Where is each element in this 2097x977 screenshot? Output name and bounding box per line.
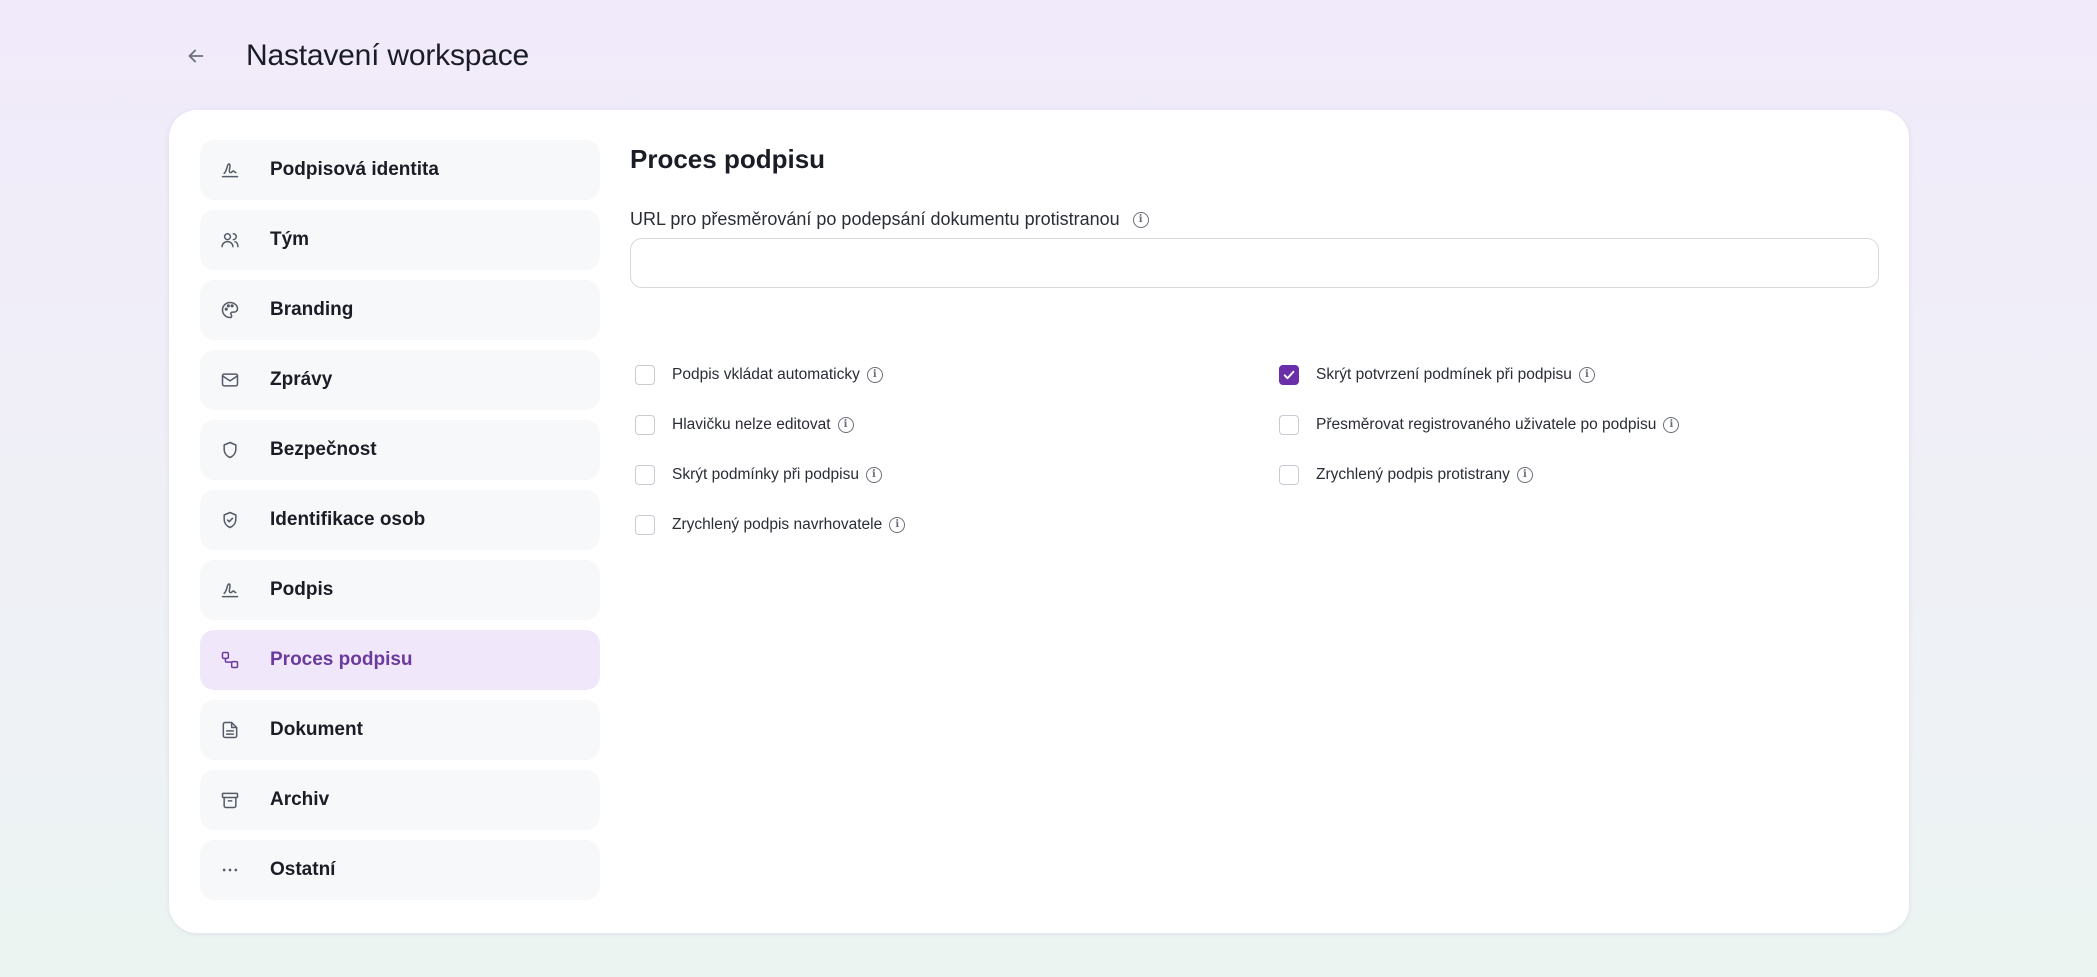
sidebar-item-label: Tým [270,229,310,250]
back-button[interactable] [180,40,212,72]
sidebar-item-label: Zprávy [270,369,333,390]
checkbox[interactable] [635,365,655,385]
shield-icon [219,439,241,461]
sidebar-item-dokument[interactable]: Dokument [200,700,600,760]
option-hlavicku-nelze-editovat[interactable]: Hlavičku nelze editovat i [630,413,854,437]
info-icon[interactable]: i [1578,367,1595,383]
option-label: Podpis vkládat automaticky [672,366,860,383]
option-zrychleny-podpis-navrhovatele[interactable]: Zrychlený podpis navrhovatele i [630,513,906,537]
palette-icon [219,299,241,321]
info-icon[interactable]: i [865,467,882,483]
mail-icon [219,369,241,391]
sidebar-item-podpisova-identita[interactable]: Podpisová identita [200,140,600,200]
page-title: Nastavení workspace [246,39,530,72]
archive-icon [219,789,241,811]
arrow-left-icon [188,49,204,63]
sidebar-item-label: Archiv [270,789,330,810]
info-icon[interactable]: i [1516,467,1533,483]
signature-icon [219,159,241,181]
section-title: Proces podpisu [630,144,826,174]
option-podpis-vkladat-automaticky[interactable]: Podpis vkládat automaticky i [630,363,883,387]
sidebar-item-label: Bezpečnost [270,439,377,460]
sidebar-item-branding[interactable]: Branding [200,280,600,340]
info-icon[interactable]: i [837,417,854,433]
sidebar-item-zpravy[interactable]: Zprávy [200,350,600,410]
info-icon[interactable]: i [1663,417,1680,433]
option-skryt-potvrzeni-podminek[interactable]: Skrýt potvrzení podmínek při podpisu i [1274,363,1595,387]
settings-content: Proces podpisu URL pro přesměrování po p… [630,144,1880,535]
option-label: Skrýt podmínky při podpisu [672,466,859,483]
redirect-url-input[interactable] [630,238,1879,288]
sidebar-item-identifikace-osob[interactable]: Identifikace osob [200,490,600,550]
file-text-icon [219,719,241,741]
settings-sidebar: Podpisová identita Tým Branding Zprávy B… [200,140,600,900]
checkbox[interactable] [1279,465,1299,485]
sidebar-item-label: Podpis [270,579,334,600]
option-label: Hlavičku nelze editovat [672,416,831,433]
option-label: Skrýt potvrzení podmínek při podpisu [1316,366,1572,383]
option-label: Přesměrovat registrovaného uživatele po … [1316,416,1657,433]
sidebar-item-label: Identifikace osob [270,509,426,530]
option-presmerovat-registrovaneho-uzivatele[interactable]: Přesměrovat registrovaného uživatele po … [1274,413,1680,437]
sidebar-item-proces-podpisu[interactable]: Proces podpisu [200,630,600,690]
users-icon [219,229,241,251]
option-zrychleny-podpis-protistrany[interactable]: Zrychlený podpis protistrany i [1274,463,1533,487]
sidebar-item-tym[interactable]: Tým [200,210,600,270]
option-label: Zrychlený podpis protistrany [1316,466,1510,483]
checkbox[interactable] [635,515,655,535]
info-icon[interactable]: i [866,367,883,383]
sidebar-item-label: Dokument [270,719,363,740]
option-skryt-podminky-pri-podpisu[interactable]: Skrýt podmínky při podpisu i [630,463,882,487]
sidebar-item-bezpecnost[interactable]: Bezpečnost [200,420,600,480]
sidebar-item-podpis[interactable]: Podpis [200,560,600,620]
more-horizontal-icon [219,859,241,881]
option-label: Zrychlený podpis navrhovatele [672,516,883,533]
checkbox[interactable] [635,465,655,485]
checkbox[interactable] [635,415,655,435]
workflow-icon [219,649,241,671]
sidebar-item-archiv[interactable]: Archiv [200,770,600,830]
url-field-label-text: URL pro přesměrování po podepsání dokume… [630,209,1120,229]
sidebar-item-label: Podpisová identita [270,159,439,180]
page-header: Nastavení workspace [180,36,529,76]
info-icon[interactable]: i [889,517,906,533]
sidebar-item-label: Branding [270,299,354,320]
sidebar-item-ostatni[interactable]: Ostatní [200,840,600,900]
shield-check-icon [219,509,241,531]
checkbox-checked[interactable] [1279,365,1299,385]
sidebar-item-label: Ostatní [270,859,336,880]
signature-icon [219,579,241,601]
check-icon [1283,370,1295,380]
checkbox[interactable] [1279,415,1299,435]
sidebar-item-label: Proces podpisu [270,649,413,670]
settings-card: Podpisová identita Tým Branding Zprávy B… [169,110,1909,933]
info-icon[interactable]: i [1132,211,1149,228]
url-field-label: URL pro přesměrování po podepsání dokume… [630,209,1880,230]
